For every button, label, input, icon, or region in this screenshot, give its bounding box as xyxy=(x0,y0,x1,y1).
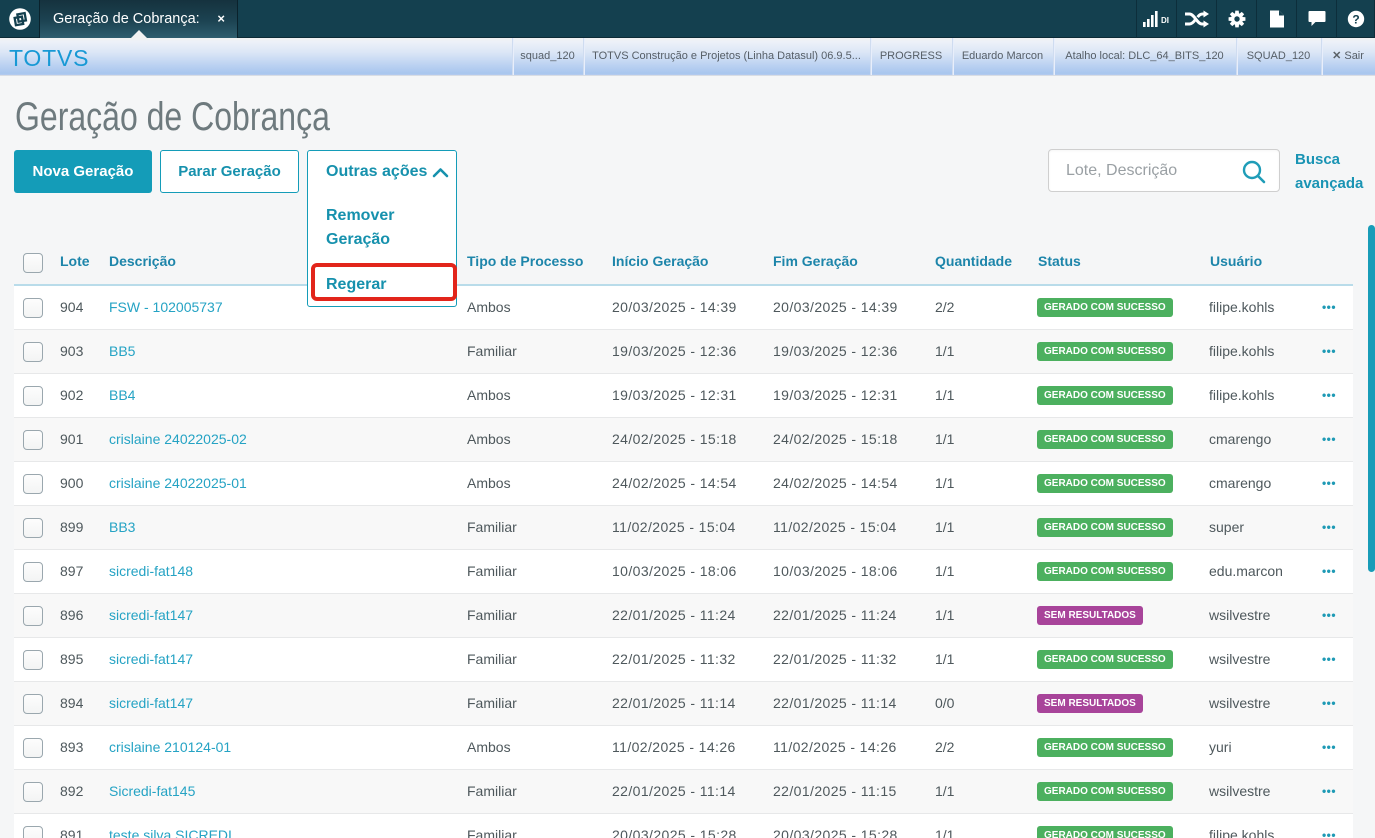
svg-text:?: ? xyxy=(1352,13,1359,27)
svg-text:DI: DI xyxy=(1161,16,1169,25)
